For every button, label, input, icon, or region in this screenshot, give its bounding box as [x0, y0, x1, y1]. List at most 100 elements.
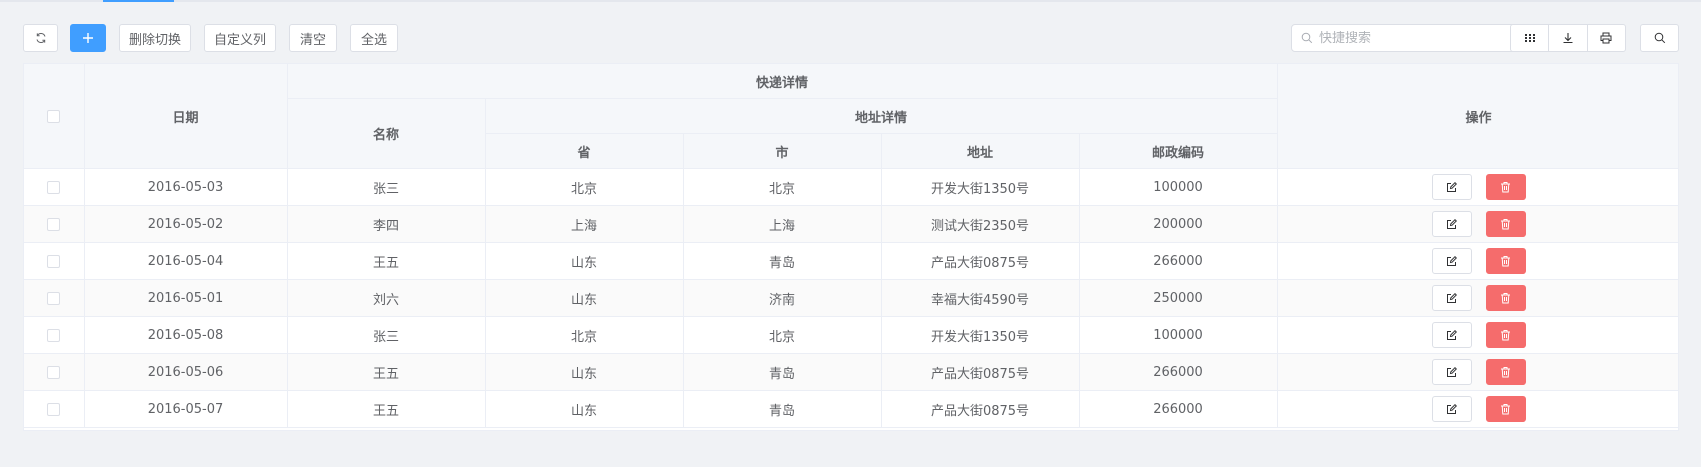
header-address[interactable]: 地址	[881, 133, 1080, 169]
delete-button[interactable]	[1485, 396, 1526, 422]
header-select-all-cell	[24, 64, 85, 169]
search-icon	[1654, 32, 1665, 44]
tab-bar-underline	[0, 0, 1701, 2]
cell-province: 上海	[485, 205, 684, 243]
cell-date: 2016-05-04	[84, 242, 288, 280]
trash-icon	[1501, 330, 1511, 341]
clear-button[interactable]: 清空	[289, 24, 337, 52]
grid-icon	[1524, 34, 1535, 42]
row-checkbox[interactable]	[47, 291, 61, 305]
cell-actions	[1277, 242, 1678, 280]
cell-address: 产品大街0875号	[881, 390, 1080, 428]
cell-actions	[1277, 168, 1678, 206]
download-icon	[1563, 33, 1573, 44]
table-row[interactable]: 2016-05-04 王五 山东 青岛 产品大街0875号 266000	[24, 242, 1678, 280]
edit-icon	[1447, 366, 1458, 377]
header-name[interactable]: 名称	[287, 98, 486, 169]
table-row[interactable]: 2016-05-07 王五 山东 青岛 产品大街0875号 266000	[24, 390, 1678, 428]
toolbar: 删除切换 自定义列 清空 全选	[23, 24, 1679, 52]
add-button[interactable]	[70, 24, 106, 52]
cell-city: 青岛	[683, 353, 882, 391]
cell-province: 山东	[485, 353, 684, 391]
custom-columns-button[interactable]: 自定义列	[204, 24, 276, 52]
trash-icon	[1501, 293, 1511, 304]
cell-actions	[1277, 390, 1678, 428]
row-checkbox[interactable]	[47, 402, 61, 416]
cell-date: 2016-05-03	[84, 168, 288, 206]
delete-button[interactable]	[1485, 211, 1526, 237]
delete-toggle-button[interactable]: 删除切换	[119, 24, 191, 52]
row-checkbox[interactable]	[47, 180, 61, 194]
header-date[interactable]: 日期	[84, 64, 288, 169]
row-checkbox[interactable]	[47, 365, 61, 379]
row-select-cell	[24, 242, 85, 280]
delete-button[interactable]	[1485, 322, 1526, 348]
cell-name: 李四	[287, 205, 486, 243]
table-row[interactable]: 2016-05-03 张三 北京 北京 开发大街1350号 100000	[24, 168, 1678, 206]
quick-search	[1291, 24, 1521, 52]
cell-postcode: 250000	[1079, 279, 1278, 317]
cell-date: 2016-05-02	[84, 205, 288, 243]
edit-icon	[1447, 292, 1458, 303]
edit-button[interactable]	[1431, 211, 1472, 237]
cell-name: 王五	[287, 353, 486, 391]
row-select-cell	[24, 205, 85, 243]
edit-button[interactable]	[1431, 174, 1472, 200]
row-select-cell	[24, 279, 85, 317]
table-row[interactable]: 2016-05-01 刘六 山东 济南 幸福大街4590号 250000	[24, 279, 1678, 317]
row-select-cell	[24, 168, 85, 206]
cell-city: 青岛	[683, 390, 882, 428]
delete-button[interactable]	[1485, 174, 1526, 200]
cell-address: 幸福大街4590号	[881, 279, 1080, 317]
cell-province: 山东	[485, 242, 684, 280]
cell-name: 刘六	[287, 279, 486, 317]
trash-icon	[1501, 256, 1511, 267]
table-row[interactable]: 2016-05-02 李四 上海 上海 测试大街2350号 200000	[24, 205, 1678, 243]
delete-button[interactable]	[1485, 285, 1526, 311]
cell-province: 北京	[485, 316, 684, 354]
edit-button[interactable]	[1431, 322, 1472, 348]
trash-icon	[1501, 367, 1511, 378]
columns-button[interactable]	[1511, 25, 1550, 51]
delete-button[interactable]	[1485, 359, 1526, 385]
row-checkbox[interactable]	[47, 254, 61, 268]
table-row[interactable]: 2016-05-06 王五 山东 青岛 产品大街0875号 266000	[24, 353, 1678, 391]
cell-postcode: 100000	[1079, 316, 1278, 354]
cell-postcode: 266000	[1079, 353, 1278, 391]
edit-button[interactable]	[1431, 248, 1472, 274]
search-icon	[1301, 32, 1313, 44]
cell-postcode: 200000	[1079, 205, 1278, 243]
header-postcode[interactable]: 邮政编码	[1079, 133, 1278, 169]
refresh-button[interactable]	[23, 24, 58, 52]
header-city[interactable]: 市	[683, 133, 882, 169]
cell-address: 测试大街2350号	[881, 205, 1080, 243]
edit-icon	[1447, 329, 1458, 340]
table-tools-group	[1510, 24, 1626, 52]
data-table: 日期 快递详情 操作 名称 地址详情 省 市 地址 邮政编码 2016-05-0…	[23, 63, 1679, 431]
select-all-button[interactable]: 全选	[350, 24, 398, 52]
cell-city: 青岛	[683, 242, 882, 280]
cell-city: 北京	[683, 168, 882, 206]
cell-name: 张三	[287, 316, 486, 354]
export-button[interactable]	[1549, 25, 1588, 51]
quick-search-input[interactable]	[1319, 30, 1509, 46]
search-button[interactable]	[1640, 24, 1679, 52]
edit-button[interactable]	[1431, 396, 1472, 422]
cell-address: 产品大街0875号	[881, 242, 1080, 280]
row-checkbox[interactable]	[47, 328, 61, 342]
header-province[interactable]: 省	[485, 133, 684, 169]
cell-address: 产品大街0875号	[881, 353, 1080, 391]
refresh-icon	[36, 32, 45, 44]
edit-button[interactable]	[1431, 359, 1472, 385]
cell-address: 开发大街1350号	[881, 168, 1080, 206]
table-row[interactable]: 2016-05-08 张三 北京 北京 开发大街1350号 100000	[24, 316, 1678, 354]
cell-date: 2016-05-07	[84, 390, 288, 428]
row-checkbox[interactable]	[47, 217, 61, 231]
cell-postcode: 266000	[1079, 242, 1278, 280]
cell-actions	[1277, 205, 1678, 243]
print-button[interactable]	[1588, 25, 1625, 51]
delete-button[interactable]	[1485, 248, 1526, 274]
cell-date: 2016-05-01	[84, 279, 288, 317]
select-all-checkbox[interactable]	[47, 109, 61, 123]
edit-button[interactable]	[1431, 285, 1472, 311]
